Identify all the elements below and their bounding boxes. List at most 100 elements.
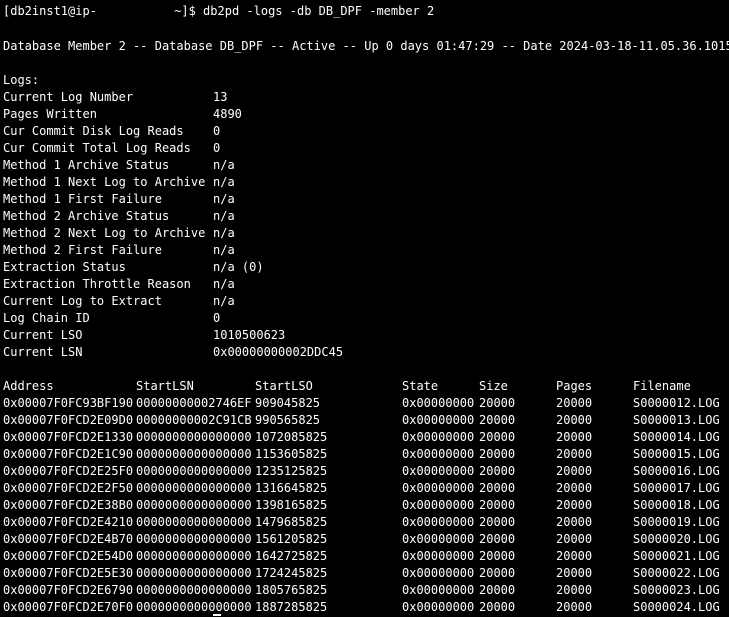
cell-startlso: 1479685825 bbox=[255, 515, 328, 529]
cell-size: 20000 bbox=[479, 549, 516, 563]
cell-filename: S0000022.LOG bbox=[633, 566, 720, 580]
log-field-value: n/a bbox=[213, 209, 235, 223]
cell-startlsn: 0000000000000000 bbox=[136, 600, 252, 614]
cell-startlsn: 0000000000000000 bbox=[136, 515, 252, 529]
cell-pages: 20000 bbox=[556, 464, 593, 478]
log-field-value: n/a bbox=[213, 294, 235, 308]
cell-address: 0x00007F0FCD2E09D0 bbox=[3, 413, 134, 427]
log-field-label: Extraction Throttle Reason bbox=[3, 277, 191, 291]
table-row: 0x00007F0FCD2E1C90 0000000000000000 115360… bbox=[3, 446, 723, 463]
cell-size: 20000 bbox=[479, 498, 516, 512]
log-field-value: 1010500623 bbox=[213, 328, 286, 342]
log-field-value: 0x00000000002DDC45 bbox=[213, 345, 344, 359]
cell-state: 0x00000000 bbox=[402, 532, 475, 546]
log-field-value: 0 bbox=[213, 311, 221, 325]
cell-size: 20000 bbox=[479, 600, 516, 614]
log-field-value: n/a bbox=[213, 243, 235, 257]
cell-startlsn: 0000000000000000 bbox=[136, 549, 252, 563]
log-field-row: Current LSO 1010500623 bbox=[3, 327, 503, 344]
table-row: 0x00007F0FCD2E2F50 0000000000000000 131664… bbox=[3, 480, 723, 497]
cell-startlsn: 0000000000000000 bbox=[136, 430, 252, 444]
log-field-value: n/a bbox=[213, 277, 235, 291]
cell-startlso: 990565825 bbox=[255, 413, 321, 427]
command-text: db2pd -logs -db DB_DPF -member 2 bbox=[203, 4, 435, 18]
cell-state: 0x00000000 bbox=[402, 413, 475, 427]
header-filename: Filename bbox=[633, 379, 691, 393]
log-field-row: Log Chain ID 0 bbox=[3, 310, 503, 327]
cell-filename: S0000015.LOG bbox=[633, 447, 720, 461]
cell-pages: 20000 bbox=[556, 549, 593, 563]
log-field-row: Pages Written 4890 bbox=[3, 106, 503, 123]
log-field-row: Current Log Number 13 bbox=[3, 89, 503, 106]
prompt-directory: ~]$ bbox=[166, 4, 204, 18]
cell-state: 0x00000000 bbox=[402, 430, 475, 444]
header-startlsn: StartLSN bbox=[136, 379, 194, 393]
table-row: 0x00007F0FC93BF190 00000000002746EF 909045… bbox=[3, 395, 723, 412]
header-pages: Pages bbox=[556, 379, 593, 393]
terminal-window[interactable]: [db2inst1@ip- ~]$ db2pd -logs -db DB_DPF… bbox=[0, 0, 729, 617]
cell-size: 20000 bbox=[479, 447, 516, 461]
cell-address: 0x00007F0FCD2E38B0 bbox=[3, 498, 134, 512]
cell-filename: S0000017.LOG bbox=[633, 481, 720, 495]
cell-startlso: 1235125825 bbox=[255, 464, 328, 478]
cell-filename: S0000012.LOG bbox=[633, 396, 720, 410]
cell-filename: S0000016.LOG bbox=[633, 464, 720, 478]
cell-address: 0x00007F0FCD2E1C90 bbox=[3, 447, 134, 461]
cell-startlsn: 0000000000000000 bbox=[136, 447, 252, 461]
log-field-value: n/a (0) bbox=[213, 260, 264, 274]
cell-startlsn: 00000000002C91CB bbox=[136, 413, 252, 427]
log-field-row: Method 2 Archive Status n/a bbox=[3, 208, 503, 225]
cell-startlso: 1398165825 bbox=[255, 498, 328, 512]
header-size: Size bbox=[479, 379, 508, 393]
cell-startlsn: 0000000000000000 bbox=[136, 498, 252, 512]
cell-startlso: 909045825 bbox=[255, 396, 321, 410]
cell-startlsn: 0000000000000000 bbox=[136, 481, 252, 495]
cell-filename: S0000013.LOG bbox=[633, 413, 720, 427]
table-row: 0x00007F0FCD2E54D0 0000000000000000 164272… bbox=[3, 548, 723, 565]
logs-heading: Logs: bbox=[3, 73, 40, 87]
header-state: State bbox=[402, 379, 439, 393]
cell-address: 0x00007F0FCD2E1330 bbox=[3, 430, 134, 444]
cell-state: 0x00000000 bbox=[402, 583, 475, 597]
cell-size: 20000 bbox=[479, 532, 516, 546]
log-field-value: n/a bbox=[213, 192, 235, 206]
log-field-row: Method 2 First Failure n/a bbox=[3, 242, 503, 259]
cell-pages: 20000 bbox=[556, 413, 593, 427]
cell-pages: 20000 bbox=[556, 600, 593, 614]
log-field-label: Method 2 Archive Status bbox=[3, 209, 170, 223]
cell-filename: S0000018.LOG bbox=[633, 498, 720, 512]
cell-startlso: 1072085825 bbox=[255, 430, 328, 444]
log-field-value: 4890 bbox=[213, 107, 242, 121]
cell-startlsn: 0000000000000000 bbox=[136, 583, 252, 597]
table-row: 0x00007F0FCD2E5E30 0000000000000000 172424… bbox=[3, 565, 723, 582]
cell-filename: S0000020.LOG bbox=[633, 532, 720, 546]
cell-filename: S0000021.LOG bbox=[633, 549, 720, 563]
table-row: 0x00007F0FCD2E09D0 00000000002C91CB 990565… bbox=[3, 412, 723, 429]
cell-size: 20000 bbox=[479, 396, 516, 410]
cell-startlso: 1153605825 bbox=[255, 447, 328, 461]
cell-state: 0x00000000 bbox=[402, 515, 475, 529]
log-field-label: Current Log to Extract bbox=[3, 294, 162, 308]
cell-size: 20000 bbox=[479, 430, 516, 444]
cell-address: 0x00007F0FCD2E6790 bbox=[3, 583, 134, 597]
cell-address: 0x00007F0FCD2E70F0 bbox=[3, 600, 134, 614]
table-row: 0x00007F0FCD2E1330 0000000000000000 107208… bbox=[3, 429, 723, 446]
cell-pages: 20000 bbox=[556, 515, 593, 529]
log-field-value: 0 bbox=[213, 141, 221, 155]
log-field-row: Current LSN 0x00000000002DDC45 bbox=[3, 344, 503, 361]
cell-size: 20000 bbox=[479, 515, 516, 529]
log-field-row: Method 1 First Failure n/a bbox=[3, 191, 503, 208]
cell-state: 0x00000000 bbox=[402, 464, 475, 478]
log-field-label: Method 1 Next Log to Archive bbox=[3, 175, 206, 189]
cell-pages: 20000 bbox=[556, 430, 593, 444]
log-field-label: Method 1 Archive Status bbox=[3, 158, 170, 172]
cell-size: 20000 bbox=[479, 583, 516, 597]
log-field-label: Cur Commit Disk Log Reads bbox=[3, 124, 184, 138]
cell-state: 0x00000000 bbox=[402, 600, 475, 614]
cell-address: 0x00007F0FCD2E4B70 bbox=[3, 532, 134, 546]
log-field-row: Method 1 Archive Status n/a bbox=[3, 157, 503, 174]
cell-startlso: 1316645825 bbox=[255, 481, 328, 495]
cell-startlsn: 0000000000000000 bbox=[136, 464, 252, 478]
cell-pages: 20000 bbox=[556, 447, 593, 461]
log-field-label: Method 2 First Failure bbox=[3, 243, 162, 257]
